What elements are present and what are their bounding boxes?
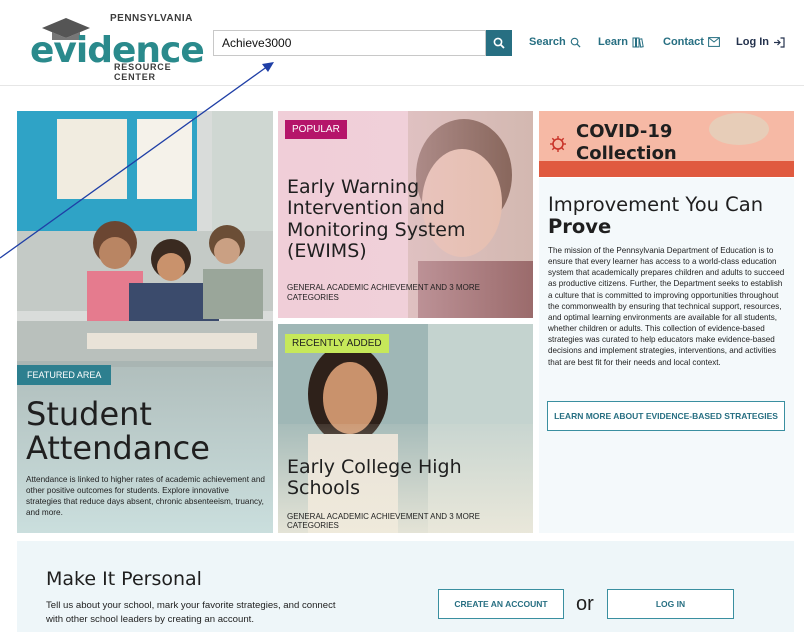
improvement-title: Improvement You Can Prove bbox=[548, 193, 764, 239]
personal-body: Tell us about your school, mark your fav… bbox=[46, 600, 336, 625]
create-account-button[interactable]: CREATE AN ACCOUNT bbox=[438, 589, 564, 619]
nav-learn[interactable]: Learn bbox=[598, 36, 644, 48]
logo-subtitle: RESOURCE CENTER bbox=[114, 62, 172, 82]
learn-more-button[interactable]: LEARN MORE ABOUT EVIDENCE-BASED STRATEGI… bbox=[547, 401, 785, 431]
improvement-body: The mission of the Pennsylvania Departme… bbox=[548, 246, 785, 367]
featured-title-line1: Student bbox=[26, 395, 152, 433]
login-icon bbox=[774, 36, 785, 48]
nav-login-label: Log In bbox=[736, 36, 769, 48]
popular-card[interactable]: POPULAR Early Warning Intervention and M… bbox=[278, 111, 533, 318]
recent-title: Early College High Schools bbox=[287, 456, 462, 500]
featured-tag: FEATURED AREA bbox=[17, 365, 112, 385]
site-header: PENNSYLVANIA evidence RESOURCE CENTER Se… bbox=[0, 0, 804, 86]
popular-title: Early Warning Intervention and Monitorin… bbox=[287, 176, 466, 262]
mail-icon bbox=[708, 37, 720, 47]
books-icon bbox=[632, 37, 644, 48]
personal-title: Make It Personal bbox=[46, 568, 202, 590]
login-button[interactable]: LOG IN bbox=[607, 589, 734, 619]
virus-icon bbox=[550, 136, 566, 152]
featured-title-line2: Attendance bbox=[26, 428, 210, 467]
search-icon bbox=[570, 37, 581, 48]
covid-card[interactable]: COVID-19 Collection bbox=[539, 111, 794, 177]
featured-title: Student Attendance bbox=[26, 395, 210, 467]
or-text: or bbox=[576, 593, 594, 615]
improvement-title-line1: Improvement You Can bbox=[548, 193, 764, 216]
search-button[interactable] bbox=[486, 30, 512, 56]
logo-state-text: PENNSYLVANIA bbox=[110, 13, 193, 24]
popular-tag: POPULAR bbox=[285, 120, 347, 139]
search-input[interactable] bbox=[213, 30, 486, 56]
covid-title-line1: COVID-19 bbox=[576, 121, 673, 142]
nav-search-label: Search bbox=[529, 36, 566, 48]
featured-description: Attendance is linked to higher rates of … bbox=[26, 475, 265, 518]
nav-contact[interactable]: Contact bbox=[663, 36, 720, 48]
covid-title-line2: Collection bbox=[576, 142, 677, 164]
nav-search[interactable]: Search bbox=[529, 36, 581, 48]
recent-categories: GENERAL ACADEMIC ACHIEVEMENT AND 3 MORE … bbox=[287, 512, 480, 530]
site-logo[interactable]: PENNSYLVANIA evidence RESOURCE CENTER bbox=[24, 12, 205, 82]
recent-card[interactable]: RECENTLY ADDED Early College High School… bbox=[278, 324, 533, 533]
nav-learn-label: Learn bbox=[598, 36, 628, 48]
improvement-title-line2: Prove bbox=[548, 215, 612, 239]
covid-title: COVID-19 Collection bbox=[576, 121, 677, 164]
search-icon bbox=[493, 37, 505, 49]
nav-contact-label: Contact bbox=[663, 36, 704, 48]
popular-categories: GENERAL ACADEMIC ACHIEVEMENT AND 3 MORE … bbox=[287, 283, 480, 303]
improvement-card: Improvement You Can Prove The mission of… bbox=[539, 178, 794, 533]
nav-login[interactable]: Log In bbox=[736, 36, 785, 48]
personal-section: Make It Personal Tell us about your scho… bbox=[17, 541, 794, 632]
featured-card[interactable]: FEATURED AREA Student Attendance Attenda… bbox=[17, 111, 273, 533]
recent-tag: RECENTLY ADDED bbox=[285, 334, 389, 353]
